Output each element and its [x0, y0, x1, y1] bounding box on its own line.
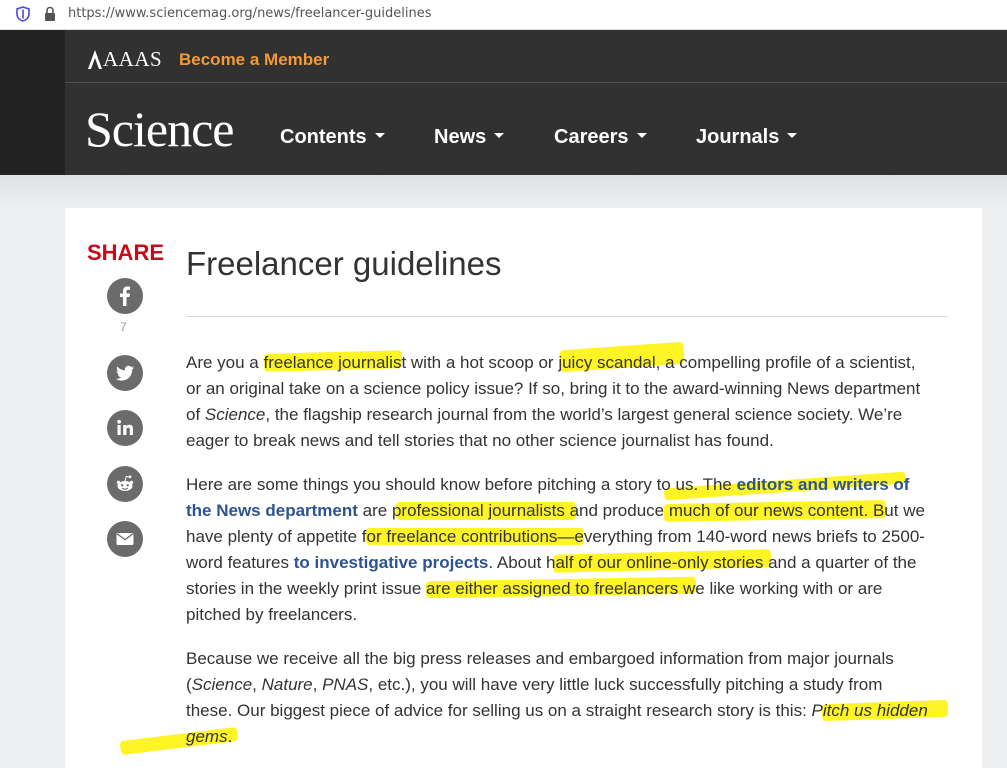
reddit-icon — [116, 475, 134, 491]
email-share-button[interactable] — [107, 521, 143, 557]
text-span: . About half of our online-only stories … — [488, 553, 917, 572]
linkedin-share-button[interactable] — [107, 410, 143, 446]
news-department-link[interactable]: the News department — [186, 501, 358, 520]
site-header: AAAS Become a Member Science Contents Ne… — [65, 30, 1007, 175]
nav-news-label: News — [434, 126, 487, 148]
title-divider — [186, 316, 948, 317]
editors-writers-link[interactable]: editors and writers of — [737, 475, 910, 494]
text-line: eager to break news and tell stories tha… — [186, 431, 774, 450]
article-paragraph-2: Here are some things you should know bef… — [186, 472, 948, 628]
share-label: SHARE — [87, 240, 165, 265]
article-paragraph-3: Because we receive all the big press rel… — [186, 646, 948, 750]
investigative-projects-link[interactable]: to investigative projects — [294, 553, 489, 572]
text-span: these. Our biggest piece of advice for s… — [186, 701, 812, 720]
text-line: of Science, the flagship research journa… — [186, 405, 903, 424]
reddit-share-button[interactable] — [107, 466, 143, 502]
journal-name: Nature — [261, 675, 313, 694]
url-text[interactable]: https://www.sciencemag.org/news/freelanc… — [68, 6, 431, 21]
linkedin-icon — [117, 419, 133, 435]
science-wordmark[interactable]: Science — [85, 100, 234, 158]
chevron-down-icon — [787, 133, 798, 139]
text-span: , etc.), you will have very little luck … — [368, 675, 883, 694]
emphasis-text: gems — [186, 727, 228, 746]
lock-icon[interactable] — [44, 6, 56, 27]
nav-contents-label: Contents — [280, 126, 367, 148]
nav-journals[interactable]: Journals — [696, 126, 798, 149]
text-span: , — [252, 675, 262, 694]
browser-address-bar[interactable]: https://www.sciencemag.org/news/freelanc… — [0, 0, 1007, 30]
chevron-down-icon — [374, 133, 385, 139]
text-line: Because we receive all the big press rel… — [186, 649, 894, 668]
chevron-down-icon — [636, 133, 647, 139]
aaas-logo-icon[interactable] — [87, 48, 103, 70]
facebook-share-count: 7 — [120, 320, 127, 334]
chevron-down-icon — [494, 133, 505, 139]
become-member-link[interactable]: Become a Member — [179, 50, 329, 70]
twitter-icon — [115, 365, 134, 381]
text-span: . — [227, 727, 233, 746]
emphasis-text: Pitch us hidden — [811, 701, 928, 720]
facebook-icon — [120, 286, 130, 306]
aaas-logo-text[interactable]: AAAS — [103, 47, 162, 72]
shield-icon[interactable] — [16, 6, 30, 27]
text-span: word features — [186, 553, 294, 572]
text-span: are professional journalists and produce… — [357, 501, 925, 520]
text-line: pitched by freelancers. — [186, 605, 358, 624]
nav-careers[interactable]: Careers — [554, 126, 647, 149]
nav-journals-label: Journals — [696, 126, 780, 148]
nav-news[interactable]: News — [434, 126, 505, 149]
twitter-share-button[interactable] — [107, 355, 143, 391]
nav-contents[interactable]: Contents — [280, 126, 385, 149]
journal-name: Science — [191, 675, 253, 694]
article-paragraph-1: Are you a freelance journalist with a ho… — [186, 350, 948, 454]
text-span: , — [312, 675, 323, 694]
facebook-share-button[interactable] — [107, 278, 143, 314]
nav-careers-label: Careers — [554, 126, 629, 148]
text-line: Are you a freelance journalist with a ho… — [186, 353, 916, 372]
text-line: stories in the weekly print issue are ei… — [186, 579, 883, 598]
header-divider — [65, 82, 1007, 83]
text-line: have plenty of appetite for freelance co… — [186, 527, 925, 546]
page-title: Freelancer guidelines — [186, 245, 502, 282]
journal-name: PNAS — [322, 675, 369, 694]
text-line: or an original take on a science policy … — [186, 379, 921, 398]
text-span: Here are some things you should know bef… — [186, 475, 737, 494]
email-icon — [116, 533, 134, 545]
